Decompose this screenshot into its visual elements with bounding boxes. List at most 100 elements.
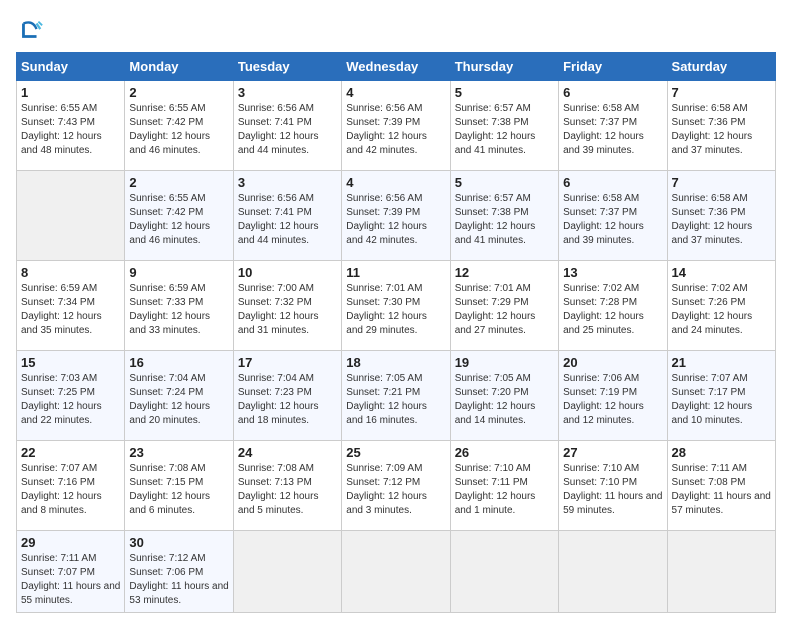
calendar-cell: 26 Sunrise: 7:10 AMSunset: 7:11 PMDaylig… xyxy=(450,441,558,531)
calendar-cell: 8 Sunrise: 6:59 AMSunset: 7:34 PMDayligh… xyxy=(17,261,125,351)
day-number: 7 xyxy=(672,175,771,190)
calendar-cell: 23 Sunrise: 7:08 AMSunset: 7:15 PMDaylig… xyxy=(125,441,233,531)
day-info: Sunrise: 6:57 AMSunset: 7:38 PMDaylight:… xyxy=(455,103,536,156)
day-info: Sunrise: 7:08 AMSunset: 7:15 PMDaylight:… xyxy=(129,463,210,516)
calendar-cell: 6 Sunrise: 6:58 AMSunset: 7:37 PMDayligh… xyxy=(559,171,667,261)
calendar-cell: 22 Sunrise: 7:07 AMSunset: 7:16 PMDaylig… xyxy=(17,441,125,531)
logo-icon xyxy=(16,16,44,44)
day-number: 22 xyxy=(21,445,120,460)
col-friday: Friday xyxy=(559,53,667,81)
day-info: Sunrise: 7:06 AMSunset: 7:19 PMDaylight:… xyxy=(563,373,644,426)
day-number: 15 xyxy=(21,355,120,370)
day-info: Sunrise: 7:09 AMSunset: 7:12 PMDaylight:… xyxy=(346,463,427,516)
day-number: 1 xyxy=(21,85,120,100)
col-monday: Monday xyxy=(125,53,233,81)
day-info: Sunrise: 6:57 AMSunset: 7:38 PMDaylight:… xyxy=(455,193,536,246)
day-number: 6 xyxy=(563,85,662,100)
calendar-cell: 15 Sunrise: 7:03 AMSunset: 7:25 PMDaylig… xyxy=(17,351,125,441)
calendar-cell: 4 Sunrise: 6:56 AMSunset: 7:39 PMDayligh… xyxy=(342,171,450,261)
day-info: Sunrise: 7:08 AMSunset: 7:13 PMDaylight:… xyxy=(238,463,319,516)
col-sunday: Sunday xyxy=(17,53,125,81)
calendar-cell: 19 Sunrise: 7:05 AMSunset: 7:20 PMDaylig… xyxy=(450,351,558,441)
calendar-cell: 1 Sunrise: 6:55 AMSunset: 7:43 PMDayligh… xyxy=(17,81,125,171)
calendar-cell: 7 Sunrise: 6:58 AMSunset: 7:36 PMDayligh… xyxy=(667,81,775,171)
day-number: 21 xyxy=(672,355,771,370)
calendar-cell: 27 Sunrise: 7:10 AMSunset: 7:10 PMDaylig… xyxy=(559,441,667,531)
calendar-cell: 28 Sunrise: 7:11 AMSunset: 7:08 PMDaylig… xyxy=(667,441,775,531)
day-number: 24 xyxy=(238,445,337,460)
day-info: Sunrise: 7:05 AMSunset: 7:21 PMDaylight:… xyxy=(346,373,427,426)
day-number: 3 xyxy=(238,175,337,190)
calendar-cell xyxy=(667,531,775,613)
day-info: Sunrise: 7:10 AMSunset: 7:10 PMDaylight:… xyxy=(563,463,662,516)
calendar-cell xyxy=(233,531,341,613)
header-row: Sunday Monday Tuesday Wednesday Thursday… xyxy=(17,53,776,81)
day-number: 23 xyxy=(129,445,228,460)
day-info: Sunrise: 7:10 AMSunset: 7:11 PMDaylight:… xyxy=(455,463,536,516)
day-info: Sunrise: 7:04 AMSunset: 7:23 PMDaylight:… xyxy=(238,373,319,426)
calendar-cell: 2 Sunrise: 6:55 AMSunset: 7:42 PMDayligh… xyxy=(125,171,233,261)
day-number: 6 xyxy=(563,175,662,190)
calendar-body: 1 Sunrise: 6:55 AMSunset: 7:43 PMDayligh… xyxy=(17,81,776,613)
day-info: Sunrise: 7:07 AMSunset: 7:17 PMDaylight:… xyxy=(672,373,753,426)
calendar-cell: 25 Sunrise: 7:09 AMSunset: 7:12 PMDaylig… xyxy=(342,441,450,531)
day-info: Sunrise: 6:55 AMSunset: 7:43 PMDaylight:… xyxy=(21,103,102,156)
day-number: 17 xyxy=(238,355,337,370)
calendar-cell xyxy=(342,531,450,613)
day-number: 5 xyxy=(455,175,554,190)
calendar-cell: 6 Sunrise: 6:58 AMSunset: 7:37 PMDayligh… xyxy=(559,81,667,171)
calendar-cell: 11 Sunrise: 7:01 AMSunset: 7:30 PMDaylig… xyxy=(342,261,450,351)
day-info: Sunrise: 7:11 AMSunset: 7:08 PMDaylight:… xyxy=(672,463,771,516)
col-thursday: Thursday xyxy=(450,53,558,81)
day-number: 16 xyxy=(129,355,228,370)
day-number: 26 xyxy=(455,445,554,460)
calendar-cell: 30 Sunrise: 7:12 AMSunset: 7:06 PMDaylig… xyxy=(125,531,233,613)
calendar-cell: 13 Sunrise: 7:02 AMSunset: 7:28 PMDaylig… xyxy=(559,261,667,351)
calendar-cell: 12 Sunrise: 7:01 AMSunset: 7:29 PMDaylig… xyxy=(450,261,558,351)
day-number: 4 xyxy=(346,85,445,100)
day-info: Sunrise: 7:11 AMSunset: 7:07 PMDaylight:… xyxy=(21,553,120,606)
calendar-week-0: 1 Sunrise: 6:55 AMSunset: 7:43 PMDayligh… xyxy=(17,81,776,171)
day-number: 12 xyxy=(455,265,554,280)
calendar-cell: 9 Sunrise: 6:59 AMSunset: 7:33 PMDayligh… xyxy=(125,261,233,351)
calendar-week-5: 29 Sunrise: 7:11 AMSunset: 7:07 PMDaylig… xyxy=(17,531,776,613)
day-info: Sunrise: 7:02 AMSunset: 7:28 PMDaylight:… xyxy=(563,283,644,336)
day-number: 20 xyxy=(563,355,662,370)
calendar-cell: 14 Sunrise: 7:02 AMSunset: 7:26 PMDaylig… xyxy=(667,261,775,351)
day-info: Sunrise: 6:56 AMSunset: 7:41 PMDaylight:… xyxy=(238,193,319,246)
day-info: Sunrise: 7:02 AMSunset: 7:26 PMDaylight:… xyxy=(672,283,753,336)
calendar-cell: 21 Sunrise: 7:07 AMSunset: 7:17 PMDaylig… xyxy=(667,351,775,441)
day-number: 14 xyxy=(672,265,771,280)
calendar-cell: 24 Sunrise: 7:08 AMSunset: 7:13 PMDaylig… xyxy=(233,441,341,531)
day-number: 27 xyxy=(563,445,662,460)
day-number: 11 xyxy=(346,265,445,280)
day-number: 19 xyxy=(455,355,554,370)
calendar-cell: 5 Sunrise: 6:57 AMSunset: 7:38 PMDayligh… xyxy=(450,81,558,171)
calendar-week-3: 15 Sunrise: 7:03 AMSunset: 7:25 PMDaylig… xyxy=(17,351,776,441)
page-header xyxy=(16,16,776,44)
calendar-table: Sunday Monday Tuesday Wednesday Thursday… xyxy=(16,52,776,613)
calendar-header: Sunday Monday Tuesday Wednesday Thursday… xyxy=(17,53,776,81)
day-info: Sunrise: 6:56 AMSunset: 7:39 PMDaylight:… xyxy=(346,193,427,246)
day-number: 28 xyxy=(672,445,771,460)
day-info: Sunrise: 7:12 AMSunset: 7:06 PMDaylight:… xyxy=(129,553,228,606)
logo xyxy=(16,16,48,44)
calendar-cell: 10 Sunrise: 7:00 AMSunset: 7:32 PMDaylig… xyxy=(233,261,341,351)
day-number: 2 xyxy=(129,85,228,100)
day-info: Sunrise: 6:56 AMSunset: 7:39 PMDaylight:… xyxy=(346,103,427,156)
day-info: Sunrise: 6:56 AMSunset: 7:41 PMDaylight:… xyxy=(238,103,319,156)
day-number: 9 xyxy=(129,265,228,280)
day-number: 2 xyxy=(129,175,228,190)
day-info: Sunrise: 6:58 AMSunset: 7:36 PMDaylight:… xyxy=(672,103,753,156)
col-saturday: Saturday xyxy=(667,53,775,81)
day-info: Sunrise: 6:55 AMSunset: 7:42 PMDaylight:… xyxy=(129,193,210,246)
day-info: Sunrise: 6:55 AMSunset: 7:42 PMDaylight:… xyxy=(129,103,210,156)
col-tuesday: Tuesday xyxy=(233,53,341,81)
calendar-week-2: 8 Sunrise: 6:59 AMSunset: 7:34 PMDayligh… xyxy=(17,261,776,351)
day-number: 8 xyxy=(21,265,120,280)
day-info: Sunrise: 7:03 AMSunset: 7:25 PMDaylight:… xyxy=(21,373,102,426)
calendar-cell: 20 Sunrise: 7:06 AMSunset: 7:19 PMDaylig… xyxy=(559,351,667,441)
day-info: Sunrise: 7:01 AMSunset: 7:30 PMDaylight:… xyxy=(346,283,427,336)
calendar-cell: 2 Sunrise: 6:55 AMSunset: 7:42 PMDayligh… xyxy=(125,81,233,171)
calendar-cell: 7 Sunrise: 6:58 AMSunset: 7:36 PMDayligh… xyxy=(667,171,775,261)
